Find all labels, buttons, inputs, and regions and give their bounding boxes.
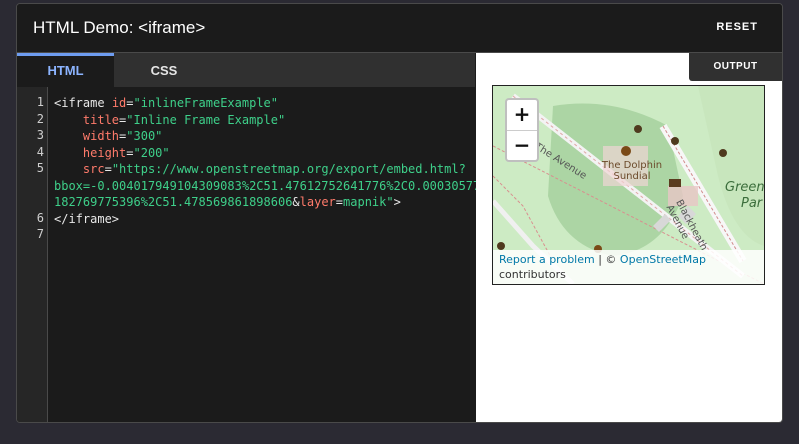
map-attribution: Report a problem | © OpenStreetMap contr… — [493, 250, 764, 284]
output-pane: OUTPUT The Avenue The Dolphin Sundial Bl… — [476, 53, 782, 422]
line-number: 4 — [36, 144, 44, 159]
map-label-green: Green — [725, 180, 765, 195]
tab-html[interactable]: HTML — [17, 53, 114, 87]
output-tab: OUTPUT — [689, 53, 782, 81]
line-number: 6 — [36, 210, 44, 225]
attribution-contributors: contributors — [499, 268, 566, 281]
openstreetmap-link[interactable]: OpenStreetMap — [620, 253, 706, 266]
zoom-out-button[interactable]: − — [507, 131, 537, 161]
map-label-dolphin-sundial: The Dolphin Sundial — [601, 160, 663, 182]
line-number: 2 — [36, 111, 44, 126]
line-number: 1 — [36, 95, 44, 109]
map-label-par: Par — [741, 196, 763, 211]
line-number: 7 — [36, 227, 44, 241]
code-content[interactable]: <iframe id="inlineFrameExample" title="I… — [54, 95, 480, 227]
line-number: 3 — [36, 128, 44, 142]
line-number: 5 — [36, 161, 44, 175]
attribution-separator: | © — [594, 253, 620, 266]
demo-frame: HTML Demo: <iframe> RESET HTML CSS 1 2 3… — [16, 3, 783, 423]
line-gutter: 1 2 3 4 5 6 7 — [17, 87, 48, 422]
zoom-in-button[interactable]: + — [507, 100, 537, 131]
tab-css[interactable]: CSS — [114, 53, 214, 87]
code-editor[interactable]: 1 2 3 4 5 6 7 <iframe id="inlineFrameExa… — [17, 87, 480, 422]
iframe-map[interactable]: The Avenue The Dolphin Sundial Blackheat… — [492, 85, 765, 285]
editor-tabs: HTML CSS — [17, 53, 475, 87]
reset-button[interactable]: RESET — [716, 21, 758, 33]
report-problem-link[interactable]: Report a problem — [499, 253, 595, 266]
demo-header: HTML Demo: <iframe> RESET — [17, 4, 782, 53]
zoom-control: + − — [505, 98, 539, 162]
demo-title: HTML Demo: <iframe> — [33, 18, 206, 37]
